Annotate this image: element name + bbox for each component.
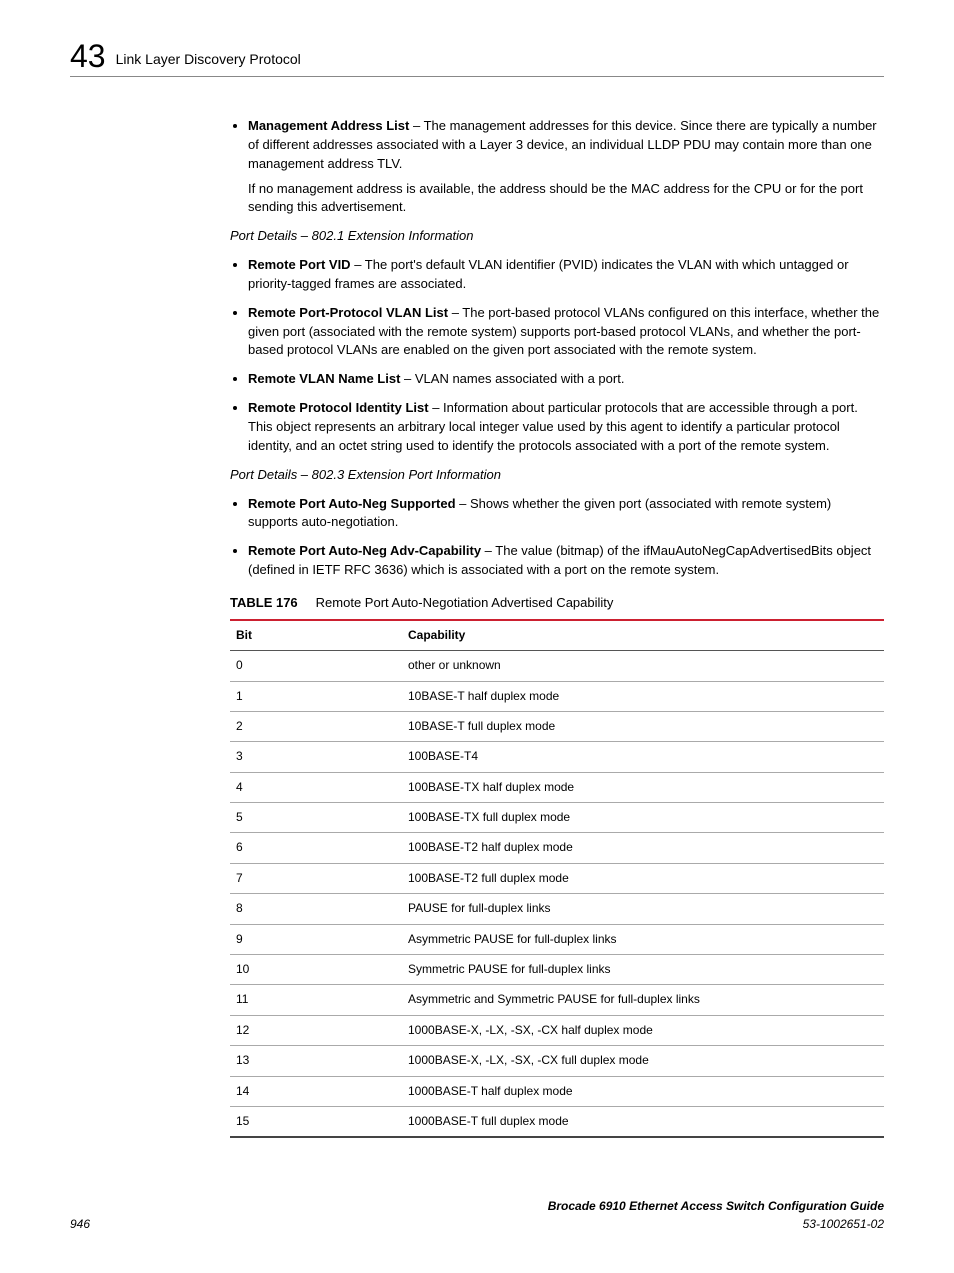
item-remote-port-autoneg-supported: Remote Port Auto-Neg Supported – Shows w… [248, 495, 884, 533]
cell-capability: Asymmetric PAUSE for full-duplex links [402, 924, 884, 954]
page-footer: 946 Brocade 6910 Ethernet Access Switch … [70, 1198, 884, 1233]
text: – VLAN names associated with a port. [400, 371, 624, 386]
table-row: 0other or unknown [230, 651, 884, 681]
cell-bit: 3 [230, 742, 402, 772]
table-row: 4100BASE-TX half duplex mode [230, 772, 884, 802]
cell-capability: 10BASE-T half duplex mode [402, 681, 884, 711]
cell-bit: 10 [230, 955, 402, 985]
page-header: 43 Link Layer Discovery Protocol [70, 40, 884, 77]
table-row: 110BASE-T half duplex mode [230, 681, 884, 711]
table-header-row: Bit Capability [230, 620, 884, 651]
cell-bit: 8 [230, 894, 402, 924]
item-remote-port-autoneg-adv-capability: Remote Port Auto-Neg Adv-Capability – Th… [248, 542, 884, 580]
cell-capability: Symmetric PAUSE for full-duplex links [402, 955, 884, 985]
label: Remote Port Auto-Neg Supported [248, 496, 456, 511]
table-caption: TABLE 176 Remote Port Auto-Negotiation Ad… [230, 594, 884, 613]
cell-bit: 5 [230, 803, 402, 833]
item-remote-port-protocol-vlan-list: Remote Port-Protocol VLAN List – The por… [248, 304, 884, 361]
cell-bit: 2 [230, 711, 402, 741]
table-row: 151000BASE-T full duplex mode [230, 1106, 884, 1137]
capability-table: Bit Capability 0other or unknown110BASE-… [230, 619, 884, 1139]
cell-capability: Asymmetric and Symmetric PAUSE for full-… [402, 985, 884, 1015]
table-row: 141000BASE-T half duplex mode [230, 1076, 884, 1106]
cell-capability: 100BASE-T2 full duplex mode [402, 863, 884, 893]
table-row: 3100BASE-T4 [230, 742, 884, 772]
item-remote-vlan-name-list: Remote VLAN Name List – VLAN names assoc… [248, 370, 884, 389]
cell-capability: 10BASE-T full duplex mode [402, 711, 884, 741]
table-caption-label: TABLE 176 [230, 595, 298, 610]
table-row: 121000BASE-X, -LX, -SX, -CX half duplex … [230, 1015, 884, 1045]
cell-bit: 9 [230, 924, 402, 954]
heading-8021: Port Details – 802.1 Extension Informati… [230, 227, 884, 246]
chapter-number: 43 [70, 40, 106, 72]
doc-number: 53-1002651-02 [548, 1216, 884, 1233]
label: Remote Protocol Identity List [248, 400, 429, 415]
table-row: 5100BASE-TX full duplex mode [230, 803, 884, 833]
table-row: 11Asymmetric and Symmetric PAUSE for ful… [230, 985, 884, 1015]
cell-bit: 4 [230, 772, 402, 802]
cell-capability: 1000BASE-X, -LX, -SX, -CX full duplex mo… [402, 1046, 884, 1076]
table-caption-text: Remote Port Auto-Negotiation Advertised … [316, 595, 614, 610]
cell-capability: 1000BASE-X, -LX, -SX, -CX half duplex mo… [402, 1015, 884, 1045]
cell-bit: 12 [230, 1015, 402, 1045]
doc-title: Brocade 6910 Ethernet Access Switch Conf… [548, 1198, 884, 1215]
cell-bit: 11 [230, 985, 402, 1015]
th-bit: Bit [230, 620, 402, 651]
label: Remote VLAN Name List [248, 371, 400, 386]
table-row: 131000BASE-X, -LX, -SX, -CX full duplex … [230, 1046, 884, 1076]
cell-capability: 100BASE-TX full duplex mode [402, 803, 884, 833]
cell-capability: other or unknown [402, 651, 884, 681]
th-capability: Capability [402, 620, 884, 651]
main-content: Management Address List – The management… [230, 117, 884, 1138]
cell-bit: 7 [230, 863, 402, 893]
footer-right: Brocade 6910 Ethernet Access Switch Conf… [548, 1198, 884, 1233]
table-row: 6100BASE-T2 half duplex mode [230, 833, 884, 863]
label: Management Address List [248, 118, 409, 133]
cell-bit: 6 [230, 833, 402, 863]
subtext: If no management address is available, t… [248, 180, 884, 218]
page-number: 946 [70, 1216, 90, 1233]
table-row: 7100BASE-T2 full duplex mode [230, 863, 884, 893]
label: Remote Port-Protocol VLAN List [248, 305, 448, 320]
cell-bit: 0 [230, 651, 402, 681]
cell-capability: 100BASE-T2 half duplex mode [402, 833, 884, 863]
item-remote-port-vid: Remote Port VID – The port's default VLA… [248, 256, 884, 294]
chapter-title: Link Layer Discovery Protocol [116, 49, 301, 72]
label: Remote Port Auto-Neg Adv-Capability [248, 543, 481, 558]
cell-capability: 100BASE-TX half duplex mode [402, 772, 884, 802]
cell-capability: 100BASE-T4 [402, 742, 884, 772]
table-row: 9Asymmetric PAUSE for full-duplex links [230, 924, 884, 954]
heading-8023: Port Details – 802.3 Extension Port Info… [230, 466, 884, 485]
table-row: 10Symmetric PAUSE for full-duplex links [230, 955, 884, 985]
label: Remote Port VID [248, 257, 351, 272]
table-row: 8PAUSE for full-duplex links [230, 894, 884, 924]
cell-bit: 1 [230, 681, 402, 711]
item-management-address-list: Management Address List – The management… [248, 117, 884, 217]
cell-bit: 15 [230, 1106, 402, 1137]
table-row: 210BASE-T full duplex mode [230, 711, 884, 741]
cell-bit: 14 [230, 1076, 402, 1106]
cell-capability: 1000BASE-T full duplex mode [402, 1106, 884, 1137]
cell-capability: PAUSE for full-duplex links [402, 894, 884, 924]
item-remote-protocol-identity-list: Remote Protocol Identity List – Informat… [248, 399, 884, 456]
cell-capability: 1000BASE-T half duplex mode [402, 1076, 884, 1106]
cell-bit: 13 [230, 1046, 402, 1076]
